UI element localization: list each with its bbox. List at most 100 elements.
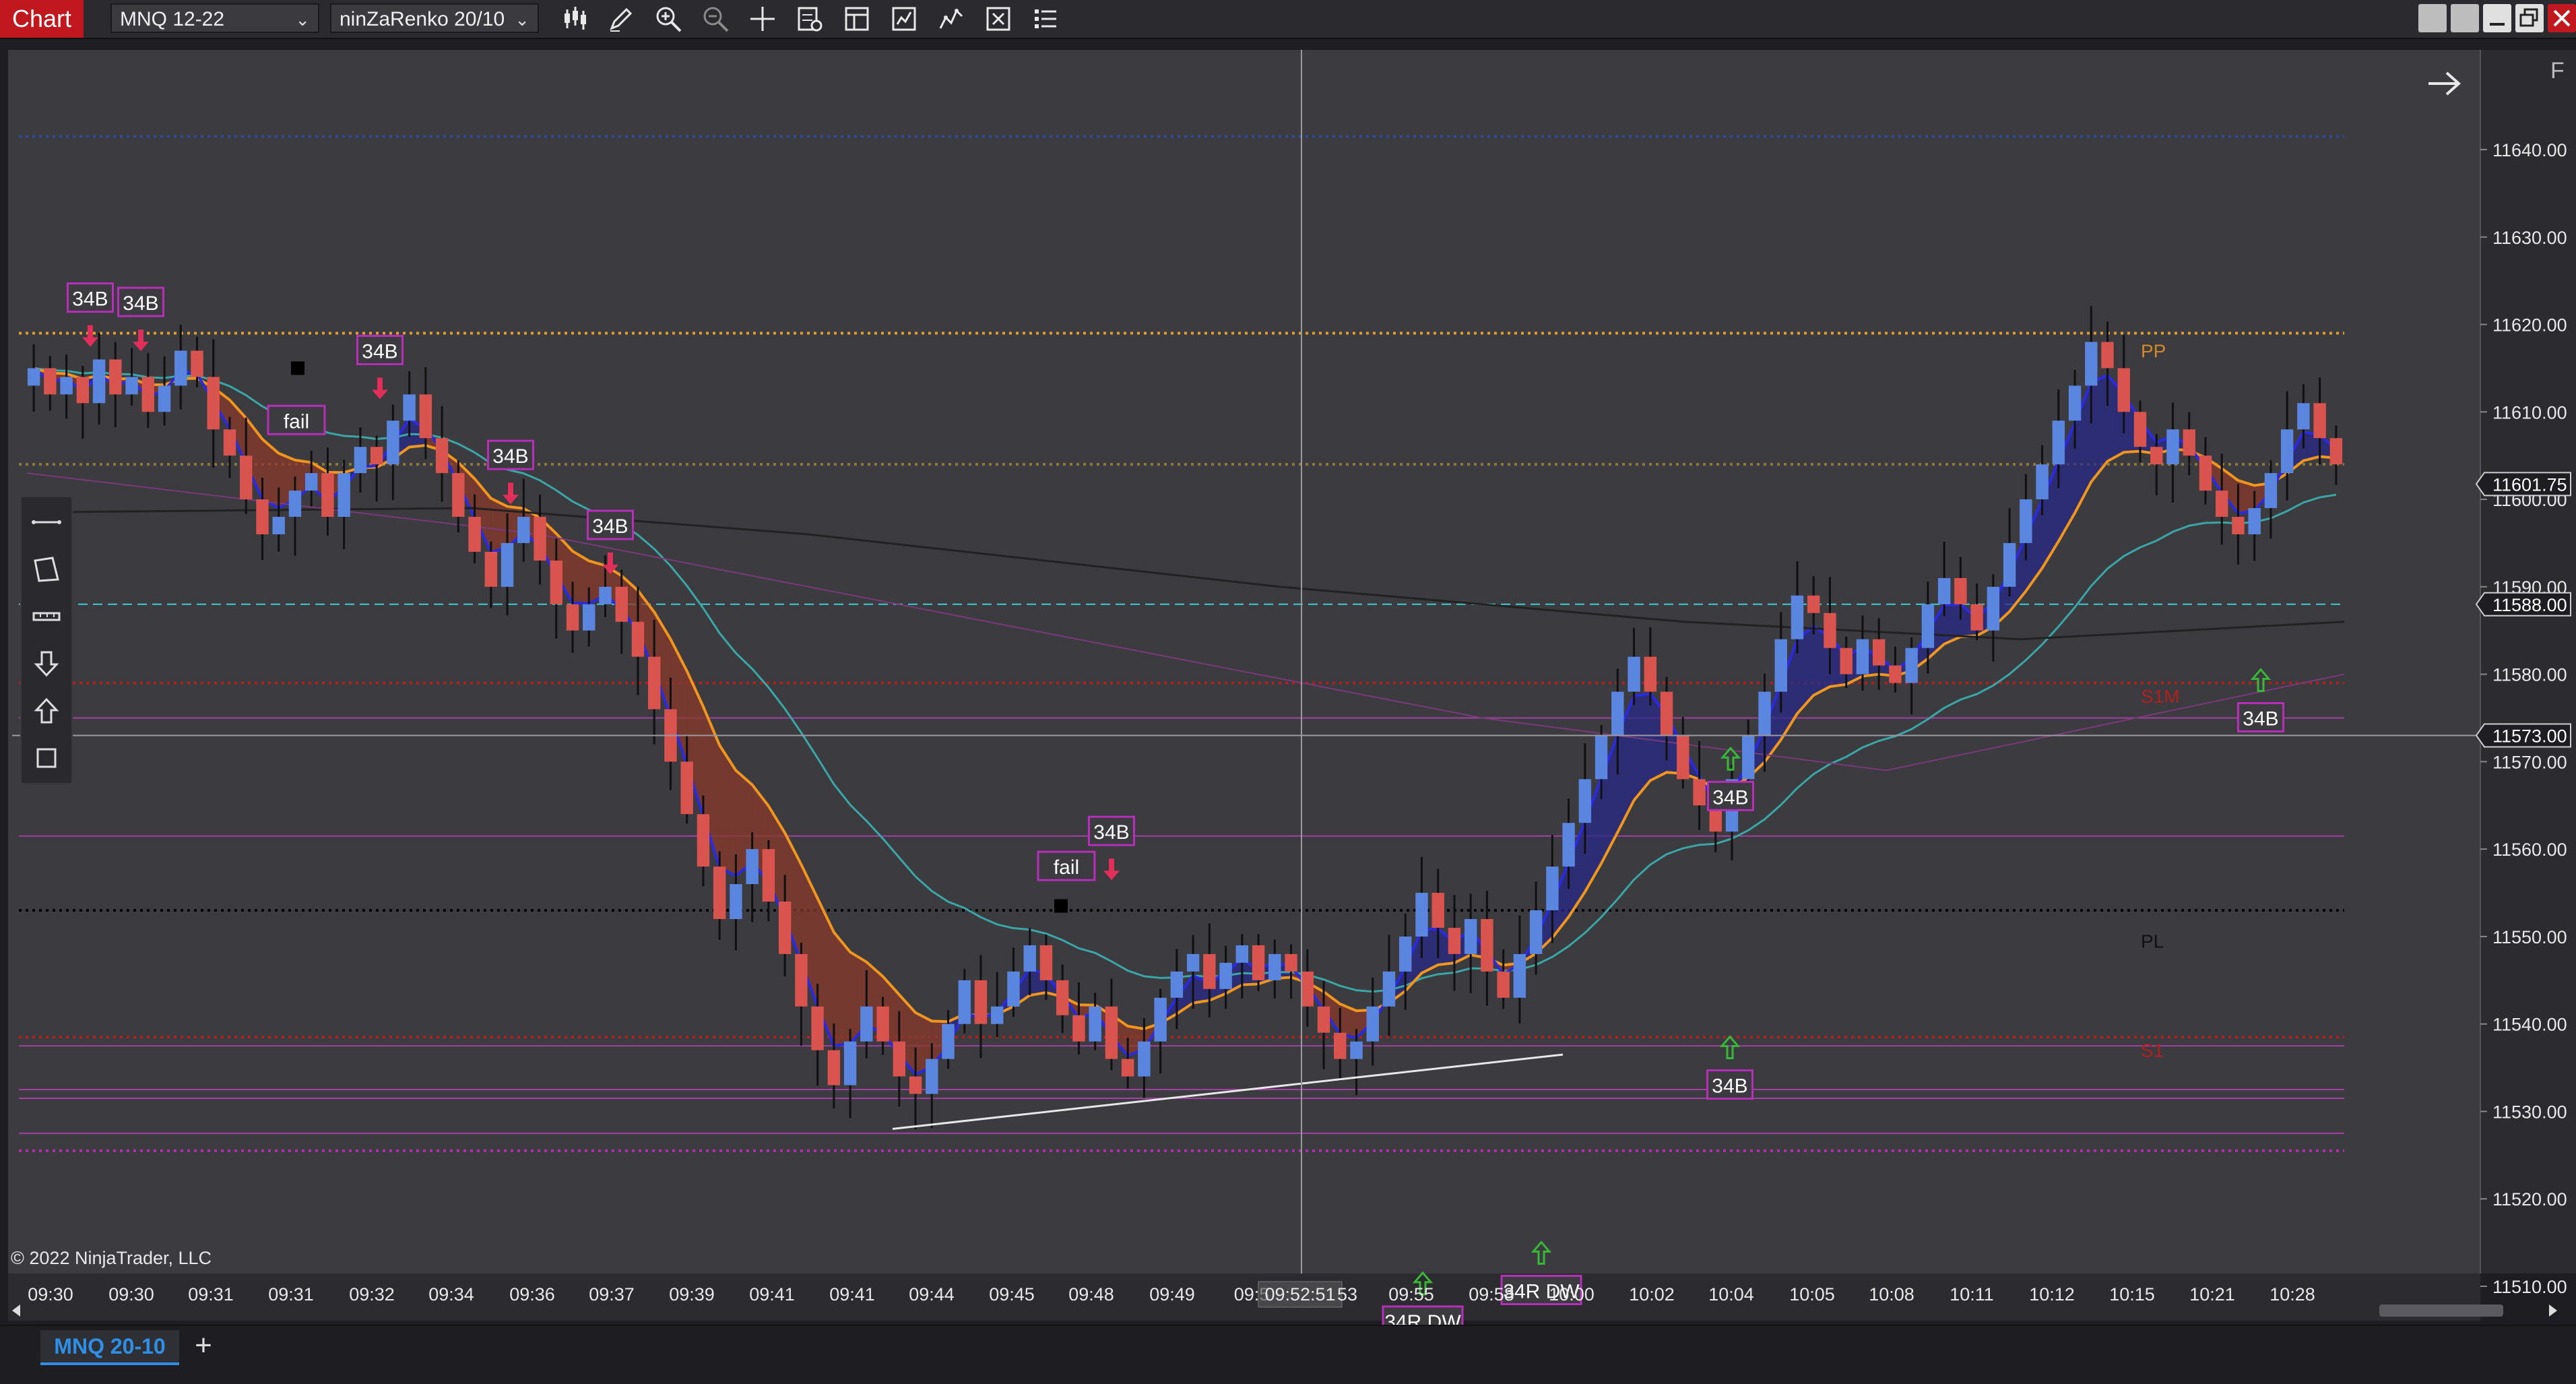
zoom-in-icon[interactable]: [653, 4, 683, 34]
down-bar: [1497, 971, 1510, 998]
down-bar: [1285, 953, 1297, 972]
tile-window-button[interactable]: [2418, 4, 2447, 32]
down-bar: [713, 867, 726, 919]
up-bar: [2085, 342, 2098, 386]
up-bar: [1235, 945, 1249, 963]
up-bar: [1742, 735, 1755, 780]
instrument-selector[interactable]: MNQ 12-22 ⌄: [110, 3, 319, 33]
add-tab-button[interactable]: +: [189, 1330, 218, 1362]
templates-icon[interactable]: [842, 4, 872, 34]
down-bar: [1105, 1006, 1118, 1059]
down-bar: [893, 1041, 906, 1077]
down-bar: [631, 621, 645, 657]
down-bar: [2117, 368, 2130, 412]
up-bar: [730, 884, 742, 919]
down-bar: [321, 473, 334, 517]
polygon-tool-icon[interactable]: [30, 553, 63, 586]
properties-icon[interactable]: [795, 4, 825, 34]
down-bar: [1431, 893, 1444, 928]
down-bar: [974, 980, 988, 1024]
chart-trader-icon[interactable]: [1031, 4, 1060, 34]
up-bar: [1937, 577, 1951, 604]
restore-icon[interactable]: [2515, 4, 2544, 32]
up-bar: [1399, 936, 1412, 972]
x-tick-label: 09:31: [188, 1284, 234, 1304]
x-tick-label: 09:55: [1388, 1284, 1434, 1304]
price-chart[interactable]: 34B 34B34Bfail34B34Bfail34B34R DW34R DW34…: [0, 38, 2576, 1325]
data-box-icon[interactable]: [984, 4, 1013, 34]
up-bar: [1186, 953, 1200, 972]
y-tick-label: 11580.00: [2492, 665, 2567, 685]
x-tick-label: 09:37: [589, 1284, 635, 1304]
bar-type-icon[interactable]: [560, 4, 590, 34]
up-bar: [60, 377, 73, 395]
up-bar: [272, 517, 285, 534]
down-bar: [1039, 945, 1053, 980]
down-bar: [240, 455, 253, 500]
down-bar: [1970, 604, 1983, 631]
arrow-down-tool-icon[interactable]: [30, 647, 63, 681]
up-bar: [1578, 779, 1592, 823]
up-bar: [92, 359, 106, 404]
up-bar: [991, 1006, 1004, 1024]
down-bar: [680, 761, 693, 815]
down-bar: [2313, 403, 2326, 439]
close-icon[interactable]: [2548, 4, 2576, 32]
up-bar: [860, 1006, 873, 1042]
tile-window-button-2[interactable]: [2451, 4, 2479, 32]
up-bar: [1023, 945, 1036, 972]
up-bar: [2264, 473, 2278, 509]
x-tick-label: 53: [1337, 1284, 1357, 1304]
scroll-right-icon[interactable]: [2549, 1304, 2557, 1317]
x-tick-label: 10:05: [1789, 1284, 1835, 1304]
up-bar: [1611, 691, 1624, 736]
down-bar: [207, 377, 220, 430]
down-bar: [1301, 971, 1314, 1007]
up-bar: [2248, 508, 2261, 534]
down-bar: [2215, 491, 2228, 517]
chart-window-tab[interactable]: Chart: [0, 0, 84, 38]
down-bar: [256, 499, 269, 534]
up-bar: [1350, 1041, 1363, 1059]
minimize-icon[interactable]: [2483, 4, 2511, 32]
bar-type-label: ninZaRenko 20/10: [340, 8, 505, 30]
horizontal-scrollbar-thumb[interactable]: [2379, 1304, 2503, 1317]
chart-toolbar: Chart MNQ 12-22 ⌄ ninZaRenko 20/10 ⌄: [0, 0, 2576, 39]
level-label: PP: [2141, 340, 2166, 361]
down-bar: [566, 604, 579, 631]
ruler-tool-icon[interactable]: [30, 600, 63, 633]
line-tool-icon[interactable]: [30, 505, 63, 539]
arrow-up-tool-icon[interactable]: [30, 694, 63, 728]
down-bar: [762, 849, 775, 902]
zoom-out-icon[interactable]: [701, 4, 730, 34]
level-label: S1: [2141, 1040, 2164, 1061]
up-bar: [1366, 1006, 1379, 1042]
up-bar: [2020, 499, 2032, 543]
y-tick-label: 11510.00: [2492, 1277, 2567, 1297]
up-bar: [583, 604, 595, 631]
strategies-icon[interactable]: [889, 4, 919, 34]
y-tick-label: 11540.00: [2492, 1015, 2567, 1035]
signal-label: 34B: [1712, 786, 1748, 809]
tab-mnq-20-10[interactable]: MNQ 20-10: [40, 1330, 179, 1365]
draw-pencil-icon[interactable]: [606, 4, 636, 34]
down-bar: [44, 368, 57, 395]
bar-type-selector[interactable]: ninZaRenko 20/10 ⌄: [330, 3, 539, 33]
crosshair-icon[interactable]: [748, 4, 777, 34]
up-bar: [926, 1059, 938, 1094]
up-bar: [2297, 403, 2310, 430]
down-bar: [1677, 735, 1689, 780]
indicators-icon[interactable]: [936, 4, 966, 34]
rectangle-tool-icon[interactable]: [30, 741, 63, 775]
signal-label: 34B: [362, 340, 397, 363]
x-tick-label: 10:21: [2189, 1284, 2235, 1304]
down-bar: [615, 586, 628, 622]
down-bar: [76, 377, 90, 404]
up-bar: [1595, 735, 1608, 780]
level-label: PL: [2141, 931, 2164, 951]
down-bar: [811, 1006, 824, 1050]
down-bar: [2133, 412, 2147, 447]
up-bar: [1007, 971, 1020, 1007]
up-bar: [174, 350, 187, 386]
up-bar: [1987, 586, 2000, 631]
